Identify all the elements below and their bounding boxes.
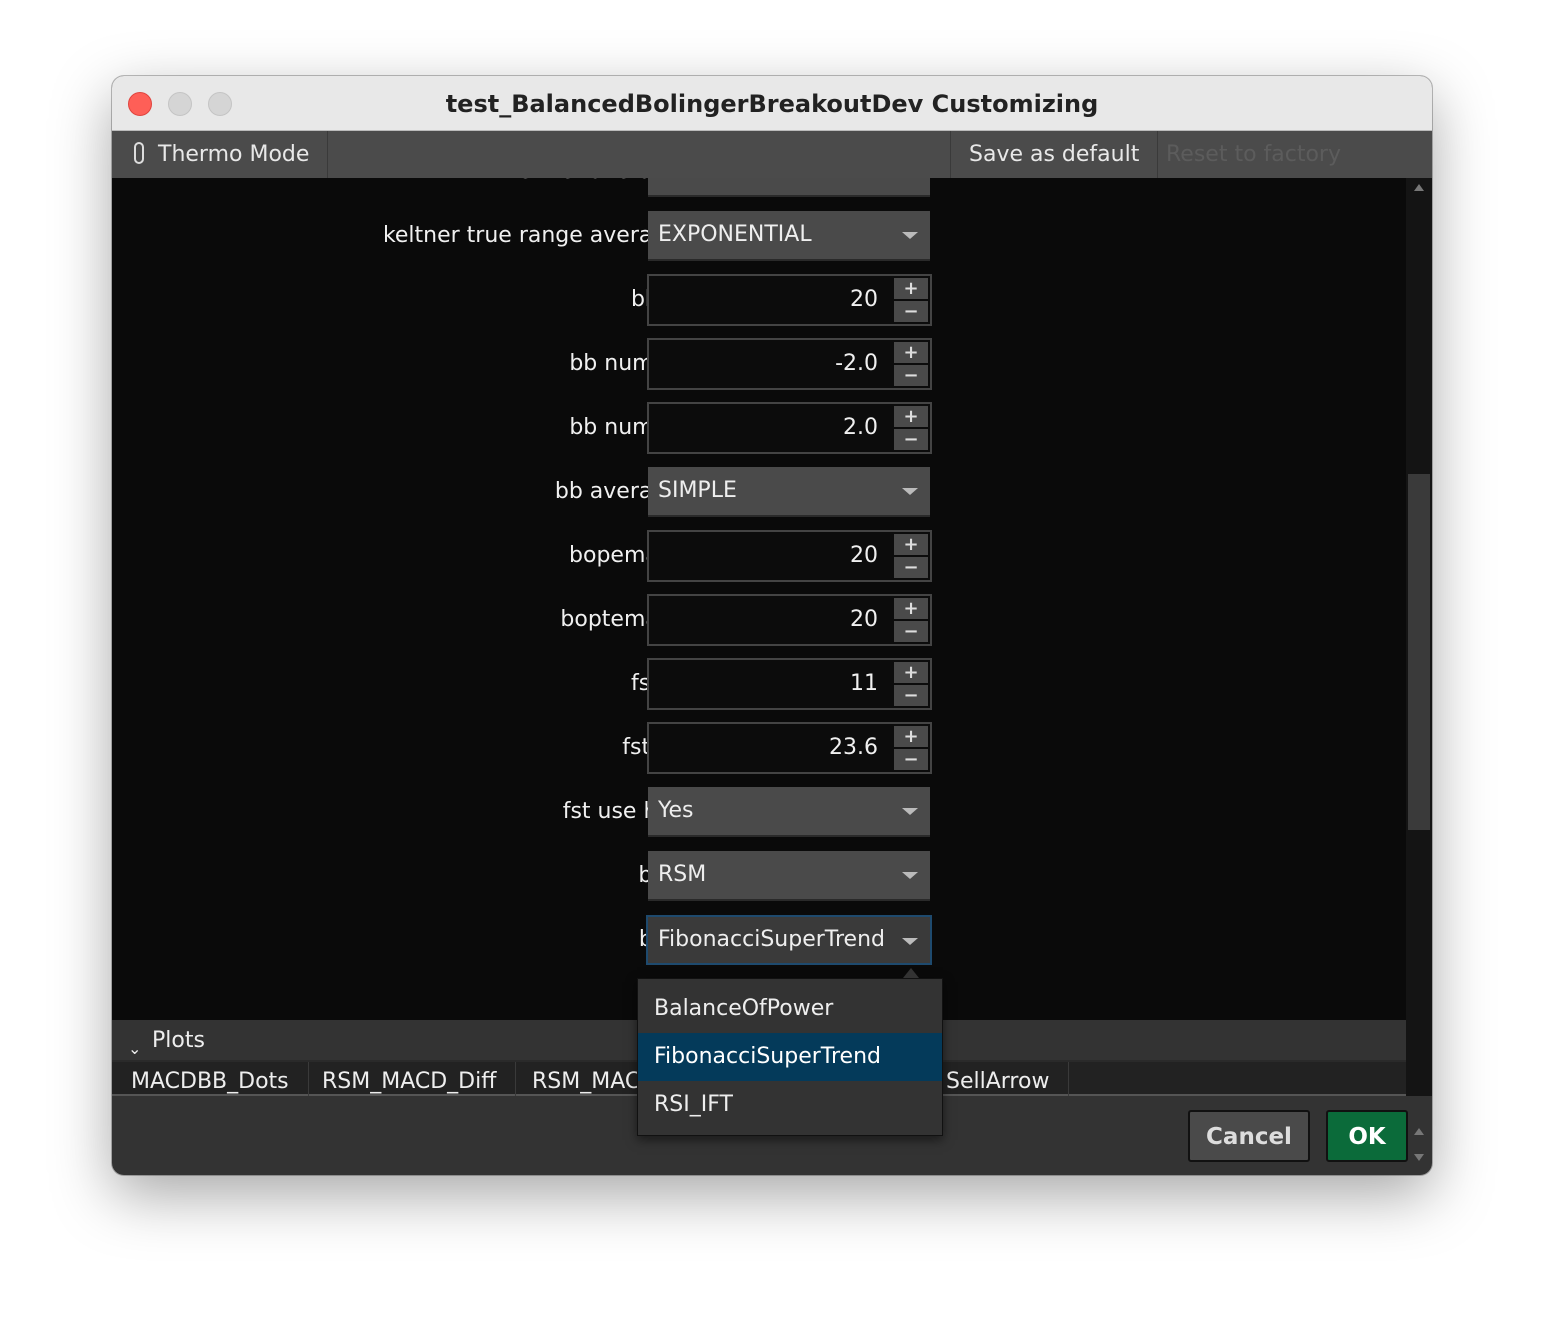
- decrement-icon[interactable]: −: [894, 621, 928, 642]
- dropdown-arrow-icon: [902, 938, 918, 945]
- decrement-icon[interactable]: −: [894, 429, 928, 450]
- dropdown-arrow-icon: [902, 232, 918, 239]
- option-balanceofpower[interactable]: BalanceOfPower: [638, 985, 942, 1033]
- fst-use-high-low-select[interactable]: Yes: [648, 787, 930, 837]
- increment-icon[interactable]: +: [894, 534, 928, 555]
- input-row-bb-average-type: bb average type SIMPLE: [112, 466, 1406, 518]
- input-row-bull-bear: bull bearFibonacciSuperTrend: [112, 914, 1406, 966]
- decrement-icon[interactable]: −: [894, 365, 928, 386]
- plots-scroll-up-icon[interactable]: [1414, 1128, 1424, 1135]
- bull-bear-dropdown: BalanceOfPower FibonacciSuperTrend RSI_I…: [637, 978, 943, 1136]
- input-row-bb-length: bb length20+−: [112, 274, 1406, 326]
- select-value: RSM: [658, 862, 707, 887]
- thermo-mode-button[interactable]: Thermo Mode: [112, 131, 329, 178]
- input-row-keltner-true-range-average-type: keltner true range average type EXPONENTI…: [112, 210, 1406, 262]
- input-row-boptema-length: boptema length20+−: [112, 594, 1406, 646]
- select-value: SIMPLE: [658, 478, 737, 503]
- bb-average-type-select[interactable]: SIMPLE: [648, 467, 930, 517]
- bb-num-dev-dn-stepper[interactable]: -2.0 + −: [647, 338, 932, 390]
- bb-num-dev-up-stepper[interactable]: 2.0 + −: [647, 402, 932, 454]
- number-value[interactable]: 2.0: [843, 404, 878, 452]
- window-title: test_BalancedBolingerBreakoutDev Customi…: [445, 90, 1099, 118]
- toolbar: Thermo Mode Save as default Reset to fac…: [112, 131, 1432, 214]
- keltner-average-type-select[interactable]: EXPONENTIAL: [648, 178, 930, 197]
- increment-icon[interactable]: +: [894, 406, 928, 427]
- boptema-length-stepper[interactable]: 20 + −: [647, 594, 932, 646]
- increment-icon[interactable]: +: [894, 598, 928, 619]
- increment-icon[interactable]: +: [894, 342, 928, 363]
- number-value[interactable]: -2.0: [835, 340, 878, 388]
- reset-default-button[interactable]: Reset to factory default: [1148, 131, 1432, 214]
- input-row-bopema-length: bopema length20+−: [112, 530, 1406, 582]
- option-fibonaccisupertrend[interactable]: FibonacciSuperTrend: [638, 1033, 942, 1081]
- decrement-icon[interactable]: −: [894, 557, 928, 578]
- ok-button[interactable]: OK: [1326, 1110, 1408, 1162]
- select-value: Yes: [658, 798, 694, 823]
- plots-scroll-down-icon[interactable]: [1414, 1154, 1424, 1161]
- number-value[interactable]: 23.6: [829, 724, 878, 772]
- fst-length-stepper[interactable]: 11 + −: [647, 658, 932, 710]
- bopema-length-stepper[interactable]: 20 + −: [647, 530, 932, 582]
- inputs-panel: keltner average typeEXPONENTIAL keltner t…: [112, 178, 1406, 1020]
- plots-label: Plots: [152, 1028, 205, 1053]
- option-rsi-ift[interactable]: RSI_IFT: [638, 1081, 942, 1129]
- bar-color-select[interactable]: RSM: [648, 851, 930, 901]
- decrement-icon[interactable]: −: [894, 301, 928, 322]
- dropdown-arrow-icon: [902, 808, 918, 815]
- tab-sellarrow[interactable]: SellArrow: [927, 1062, 1070, 1096]
- dropdown-arrow-icon: [902, 488, 918, 495]
- thermometer-icon: [134, 142, 144, 164]
- increment-icon[interactable]: +: [894, 662, 928, 683]
- number-value[interactable]: 20: [850, 596, 878, 644]
- input-row-bb-num-dev-up: bb num dev up2.0+−: [112, 402, 1406, 454]
- number-value[interactable]: 20: [850, 276, 878, 324]
- input-row-bb-num-dev-dn: bb num dev dn-2.0+−: [112, 338, 1406, 390]
- input-row-fst-length: fst length11+−: [112, 658, 1406, 710]
- input-row-bar-color: bar colorRSM: [112, 850, 1406, 902]
- cancel-button[interactable]: Cancel: [1188, 1110, 1310, 1162]
- scroll-thumb[interactable]: [1408, 474, 1430, 830]
- select-value: EXPONENTIAL: [658, 178, 812, 183]
- tab-rsm-macd-diff[interactable]: RSM_MACD_Diff: [303, 1062, 517, 1096]
- thermo-mode-label: Thermo Mode: [158, 142, 310, 167]
- number-value[interactable]: 20: [850, 532, 878, 580]
- vertical-scrollbar[interactable]: [1406, 178, 1432, 1161]
- tab-macdbb-dots[interactable]: MACDBB_Dots: [112, 1062, 309, 1096]
- increment-icon[interactable]: +: [894, 726, 928, 747]
- save-default-button[interactable]: Save as default: [950, 131, 1159, 178]
- decrement-icon[interactable]: −: [894, 749, 928, 770]
- fst-retrace-stepper[interactable]: 23.6 + −: [647, 722, 932, 774]
- title-bar: test_BalancedBolingerBreakoutDev Customi…: [112, 76, 1432, 131]
- decrement-icon[interactable]: −: [894, 685, 928, 706]
- bull-bear-select[interactable]: FibonacciSuperTrend: [646, 915, 932, 965]
- number-value[interactable]: 11: [850, 660, 878, 708]
- popup-pointer: [903, 968, 919, 978]
- dropdown-arrow-icon: [902, 872, 918, 879]
- bb-length-stepper[interactable]: 20 + −: [647, 274, 932, 326]
- select-value: EXPONENTIAL: [658, 222, 812, 247]
- input-row-fst-use-high-low: fst use high lowYes: [112, 786, 1406, 838]
- input-row-keltner-average-type: keltner average typeEXPONENTIAL: [112, 178, 1406, 198]
- input-row-fst-retrace: fst retrace23.6+−: [112, 722, 1406, 774]
- increment-icon[interactable]: +: [894, 278, 928, 299]
- keltner-true-range-average-type-select[interactable]: EXPONENTIAL: [648, 211, 930, 261]
- select-value: FibonacciSuperTrend: [658, 927, 885, 952]
- scroll-up-icon[interactable]: [1414, 184, 1424, 191]
